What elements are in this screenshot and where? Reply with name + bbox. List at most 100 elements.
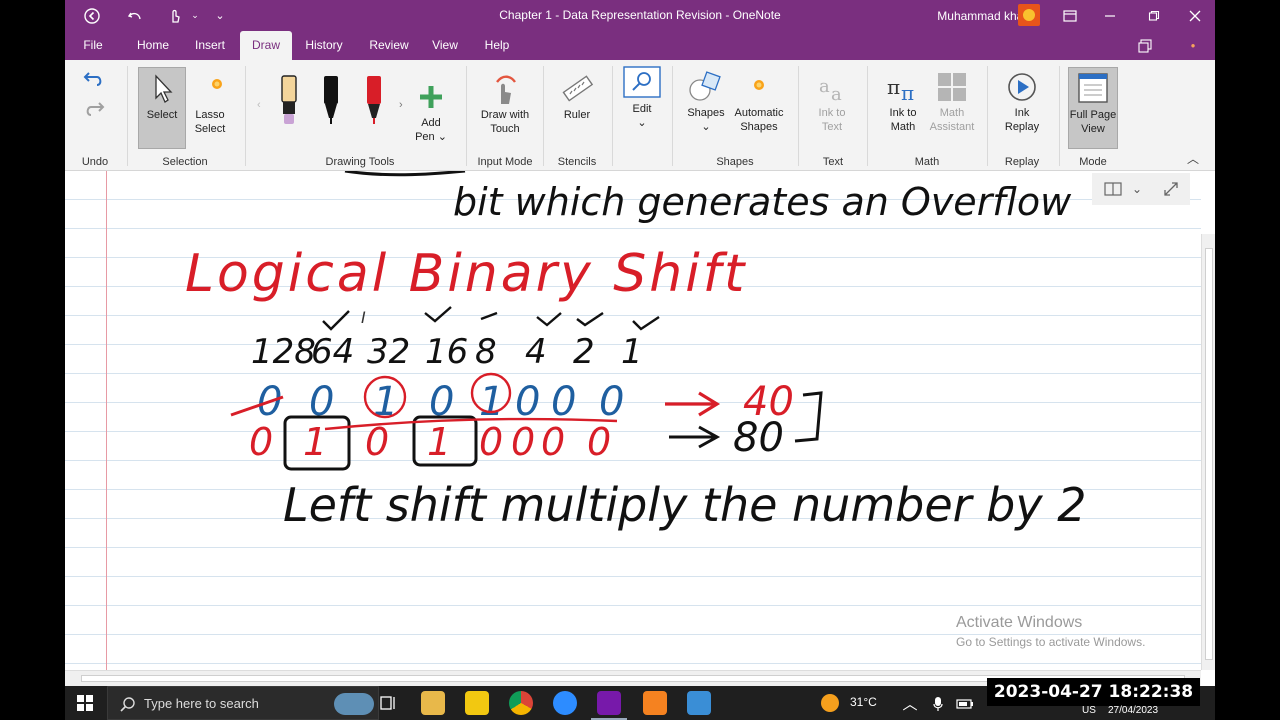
language-indicator[interactable]: US — [1082, 705, 1096, 716]
divider — [1059, 66, 1060, 166]
draw-with-touch-button[interactable]: Draw with Touch — [475, 72, 535, 136]
ribbon: Undo Select Lasso Select Selection ‹ › A — [65, 60, 1215, 171]
place-value: 32 — [367, 332, 410, 372]
ink-stroke-top — [344, 171, 466, 177]
avatar[interactable] — [1018, 4, 1040, 26]
note-page[interactable]: bit which generates an Overflow Logical … — [65, 171, 1215, 670]
divider — [987, 66, 988, 166]
svg-text:a: a — [819, 76, 830, 97]
svg-text:π: π — [887, 75, 900, 99]
window-title: Chapter 1 - Data Representation Revision… — [499, 8, 781, 22]
pen-black[interactable] — [322, 74, 340, 130]
title-bar: ⌄ ⌄ Chapter 1 - Data Representation Revi… — [65, 0, 1215, 31]
bit-row2: 1 — [427, 420, 451, 464]
microphone-icon[interactable] — [923, 688, 953, 719]
chevron-right-icon[interactable]: › — [399, 98, 403, 112]
activate-windows-watermark: Activate Windows Go to Settings to activ… — [956, 614, 1146, 649]
ink-replay-button[interactable]: Ink Replay — [1000, 70, 1044, 134]
taskbar-search[interactable]: Type here to search — [107, 686, 379, 720]
divider — [466, 66, 467, 166]
tab-view[interactable]: View — [429, 31, 461, 60]
lasso-select-button[interactable]: Lasso Select — [190, 72, 230, 136]
chevron-left-icon[interactable]: ‹ — [257, 98, 261, 112]
tab-draw[interactable]: Draw — [240, 31, 292, 60]
tick-mark — [480, 311, 498, 321]
group-label-selection: Selection — [162, 156, 208, 168]
tab-file[interactable]: File — [77, 31, 109, 60]
taskbar-date[interactable]: 27/04/2023 — [1108, 705, 1158, 716]
shapes-button[interactable]: Shapes ⌄ — [683, 70, 729, 134]
tab-review[interactable]: Review — [367, 31, 411, 60]
ink-canvas[interactable]: bit which generates an Overflow Logical … — [65, 171, 1201, 670]
search-highlight-image — [334, 693, 374, 715]
bit-row2: 1 — [303, 420, 327, 464]
ruler-button[interactable]: Ruler — [555, 72, 599, 122]
expand-icon[interactable] — [1156, 174, 1186, 204]
add-pen-button[interactable]: Add Pen ⌄ — [413, 80, 449, 144]
tick-mark — [536, 312, 562, 327]
divider — [245, 66, 246, 166]
bit-row2: 0 — [511, 420, 535, 464]
edit-button[interactable]: Edit ⌄ — [621, 66, 663, 130]
bit-row2: 0 — [249, 420, 273, 464]
pen-yellow-highlighter[interactable] — [280, 74, 298, 130]
collapse-ribbon-icon[interactable]: ︿ — [1187, 152, 1199, 166]
chrome-icon[interactable] — [509, 691, 533, 715]
redo-button — [83, 100, 105, 122]
bit-row2: 0 — [541, 420, 565, 464]
place-value: 128 — [251, 332, 316, 372]
group-label-shapes: Shapes — [716, 156, 754, 168]
full-page-view-button[interactable]: Full Page View — [1069, 72, 1117, 136]
app-g-icon[interactable] — [643, 691, 667, 715]
automatic-shapes-button[interactable]: Automatic Shapes — [730, 70, 788, 134]
ribbon-display-icon[interactable] — [1055, 0, 1085, 31]
group-label-mode: Mode — [1079, 156, 1107, 168]
group-label-replay: Replay — [1004, 156, 1040, 168]
file-explorer-icon[interactable] — [421, 691, 445, 715]
undo-button[interactable] — [83, 70, 105, 92]
share-icon[interactable] — [1130, 31, 1160, 60]
svg-text:a: a — [831, 84, 842, 104]
place-value: 2 — [573, 332, 595, 372]
pen-red[interactable] — [365, 74, 383, 130]
page-toolbar: ⌄ — [1092, 173, 1190, 205]
zoom-icon[interactable] — [553, 691, 577, 715]
tab-home[interactable]: Home — [132, 31, 174, 60]
onenote-icon[interactable] — [591, 691, 627, 720]
restore-icon[interactable] — [1139, 0, 1169, 31]
sticky-notes-icon[interactable] — [465, 691, 489, 715]
tick-mark — [632, 316, 660, 331]
ink-to-math-button[interactable]: ππ Ink to Math — [877, 70, 929, 134]
scroll-thumb[interactable] — [1205, 248, 1213, 660]
bit-row2: 0 — [587, 420, 611, 464]
place-value: 1 — [621, 332, 643, 372]
chevron-down-icon[interactable]: ⌄ — [1122, 174, 1152, 204]
group-label-stencils: Stencils — [557, 156, 597, 168]
notification-dot-icon[interactable]: ● — [1178, 31, 1208, 60]
chevron-down-icon: ⌄ — [701, 121, 711, 133]
bit-row1: 0 — [599, 379, 624, 425]
divider — [127, 66, 128, 166]
bit-row2: 0 — [365, 420, 389, 464]
tab-help[interactable]: Help — [481, 31, 513, 60]
close-icon[interactable] — [1180, 0, 1210, 31]
svg-text:π: π — [901, 81, 914, 104]
select-button[interactable]: Select — [140, 72, 184, 122]
battery-icon[interactable] — [950, 688, 980, 719]
tick-mark — [576, 312, 604, 327]
search-icon — [120, 697, 135, 712]
temperature[interactable]: 31°C — [850, 695, 877, 709]
vertical-scrollbar[interactable] — [1201, 234, 1215, 670]
bit-row2: 0 — [479, 420, 503, 464]
start-button[interactable] — [65, 686, 105, 720]
weather-icon[interactable] — [821, 694, 839, 712]
photos-icon[interactable] — [687, 691, 711, 715]
tab-history[interactable]: History — [303, 31, 345, 60]
tab-insert[interactable]: Insert — [189, 31, 231, 60]
chevron-up-icon[interactable]: ︿ — [895, 688, 925, 719]
minimize-icon[interactable] — [1095, 0, 1125, 31]
task-view-icon[interactable] — [377, 691, 401, 715]
user-name[interactable]: Muhammad khan — [937, 9, 1030, 23]
place-value: 8 — [475, 332, 497, 372]
ink-heading: Logical Binary Shift — [185, 244, 747, 304]
